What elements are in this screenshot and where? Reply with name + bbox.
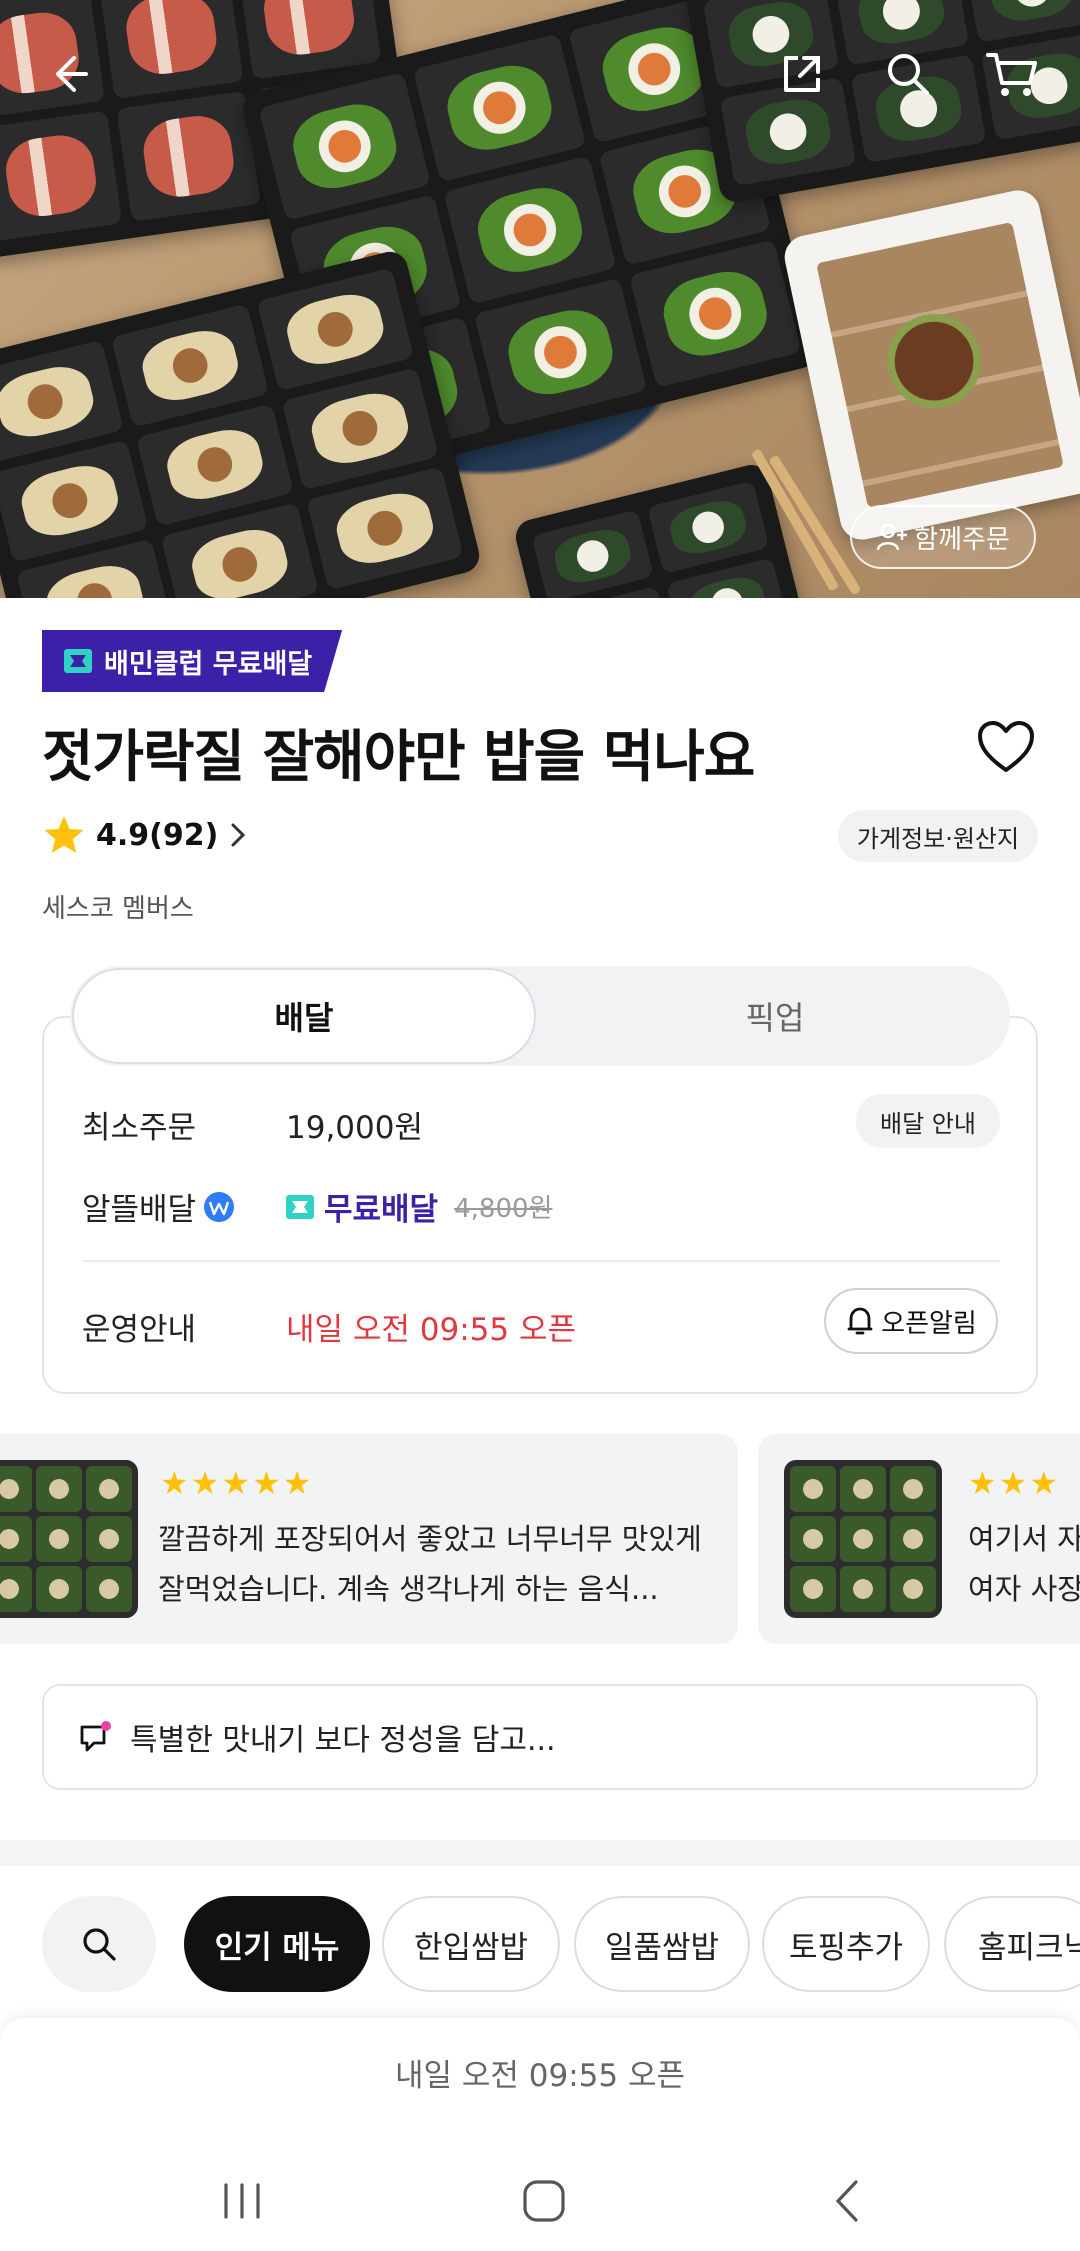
group-order-button[interactable]: 함께주문 bbox=[850, 505, 1036, 569]
review-photo bbox=[0, 1460, 138, 1618]
open-alarm-label: 오픈알림 bbox=[881, 1308, 977, 1339]
back-arrow-icon[interactable] bbox=[36, 42, 100, 106]
rating-value: 4.9(92) bbox=[96, 817, 219, 853]
hero-image: 함께주문 bbox=[0, 0, 1080, 598]
search-icon bbox=[83, 1928, 116, 1961]
saver-delivery-row-label: 알뜰배달 bbox=[82, 1184, 236, 1229]
review-text: 여기서 자 여자 사장 bbox=[968, 1514, 1080, 1614]
star-icon bbox=[44, 816, 84, 853]
section-separator bbox=[0, 1840, 1080, 1866]
review-photo bbox=[784, 1460, 942, 1618]
add-person-icon bbox=[876, 523, 908, 551]
rating-link[interactable]: 4.9(92) bbox=[42, 810, 248, 860]
category-chip[interactable]: 한입쌈밥 bbox=[382, 1896, 560, 1992]
review-stars: ★★★ bbox=[968, 1464, 1061, 1502]
info-badge-icon[interactable] bbox=[202, 1190, 236, 1224]
category-chip-popular[interactable]: 인기 메뉴 bbox=[184, 1896, 370, 1992]
bell-icon bbox=[847, 1307, 873, 1335]
back-icon[interactable] bbox=[808, 2166, 888, 2236]
min-order-value: 19,000원 bbox=[286, 1110, 423, 1146]
notice-chat-icon bbox=[80, 1721, 111, 1752]
chevron-right-icon bbox=[231, 823, 246, 847]
category-chip[interactable]: 홈피크닉 bbox=[944, 1896, 1080, 1992]
delivery-guide-button[interactable]: 배달 안내 bbox=[856, 1094, 1000, 1148]
original-fee: 4,800원 bbox=[454, 1194, 553, 1224]
tray-image bbox=[0, 248, 483, 598]
tab-delivery[interactable]: 배달 bbox=[72, 968, 536, 1064]
hours-value: 내일 오전 09:55 오픈 bbox=[286, 1312, 577, 1348]
review-line: 여자 사장 bbox=[968, 1572, 1080, 1606]
store-title: 젓가락질 잘해야만 밥을 먹나요 bbox=[42, 725, 755, 790]
favorite-heart-icon[interactable] bbox=[976, 718, 1036, 778]
tray-image bbox=[512, 461, 808, 598]
share-icon[interactable] bbox=[770, 42, 834, 106]
baemin-club-icon bbox=[286, 1194, 314, 1219]
review-card[interactable]: ★★★ 여기서 자 여자 사장 bbox=[758, 1434, 1080, 1644]
search-icon[interactable] bbox=[876, 42, 940, 106]
category-chip[interactable]: 토핑추가 bbox=[762, 1896, 930, 1992]
group-order-label: 함께주문 bbox=[914, 524, 1010, 555]
tab-pickup[interactable]: 픽업 bbox=[540, 966, 1010, 1066]
store-info-button[interactable]: 가게정보·원산지 bbox=[838, 810, 1038, 862]
review-stars: ★★★★★ bbox=[160, 1464, 314, 1502]
min-order-label: 최소주문 bbox=[82, 1110, 197, 1146]
recent-apps-icon[interactable] bbox=[202, 2166, 282, 2236]
store-subtitle: 세스코 멤버스 bbox=[42, 894, 194, 924]
review-card[interactable]: ★★★★★ 깔끔하게 포장되어서 좋았고 너무너무 맛있게 잘먹었습니다. 계속… bbox=[0, 1434, 738, 1644]
category-chip[interactable]: 일품쌈밥 bbox=[574, 1896, 750, 1992]
store-notice[interactable]: 특별한 맛내기 보다 정성을 담고... bbox=[42, 1684, 1038, 1790]
menu-search-button[interactable] bbox=[42, 1896, 156, 1992]
order-type-tabs: 배달 픽업 bbox=[70, 966, 1010, 1066]
free-delivery-text: 무료배달 bbox=[324, 1192, 439, 1228]
saver-delivery-label: 알뜰배달 bbox=[82, 1192, 197, 1228]
divider bbox=[82, 1260, 1000, 1262]
review-line: 깔끔하게 포장되어서 좋았고 너무너무 맛있게 bbox=[158, 1522, 702, 1556]
club-free-delivery-badge: 배민클럽 무료배달 bbox=[42, 630, 343, 692]
home-icon[interactable] bbox=[504, 2166, 584, 2236]
cart-icon[interactable] bbox=[980, 42, 1044, 106]
review-text: 깔끔하게 포장되어서 좋았고 너무너무 맛있게 잘먹었습니다. 계속 생각나게 … bbox=[158, 1514, 702, 1614]
badge-label: 배민클럽 무료배달 bbox=[104, 648, 313, 680]
review-line: 잘먹었습니다. 계속 생각나게 하는 음식... bbox=[158, 1572, 659, 1606]
notice-text: 특별한 맛내기 보다 정성을 담고... bbox=[130, 1723, 556, 1758]
hours-label: 운영안내 bbox=[82, 1312, 197, 1348]
baemin-club-icon bbox=[64, 649, 92, 673]
open-alarm-button[interactable]: 오픈알림 bbox=[824, 1288, 998, 1354]
bottom-open-status: 내일 오전 09:55 오픈 bbox=[394, 2058, 686, 2094]
saver-delivery-value: 무료배달 4,800원 bbox=[286, 1184, 552, 1229]
review-line: 여기서 자 bbox=[968, 1522, 1080, 1556]
plate-image bbox=[780, 186, 1080, 544]
